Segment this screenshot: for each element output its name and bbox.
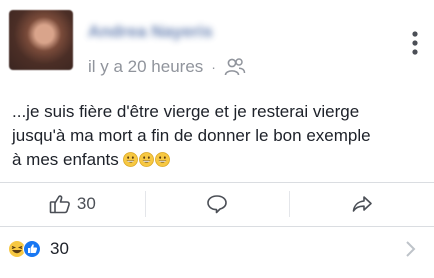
like-button[interactable]: 30 xyxy=(0,183,145,225)
action-bar: 30 xyxy=(0,183,434,225)
share-icon xyxy=(352,196,372,212)
grinning-face-emojis xyxy=(122,152,170,167)
reaction-count: 30 xyxy=(50,239,69,258)
friends-icon[interactable] xyxy=(224,57,246,77)
thumbs-up-icon xyxy=(49,195,70,214)
divider xyxy=(0,226,434,227)
post-text-line: ...je suis fière d'être vierge et je res… xyxy=(12,102,360,121)
grinning-face-icon xyxy=(154,152,170,167)
chevron-right-icon[interactable] xyxy=(404,240,416,258)
post-timestamp[interactable]: il y a 20 heures xyxy=(88,57,203,77)
post-text-line-content: à mes enfants xyxy=(12,150,119,169)
post-card: Andrea Nayeris il y a 20 heures · ...je … xyxy=(0,0,434,278)
post-text-line: jusqu'à ma mort a fin de donner le bon e… xyxy=(12,126,371,145)
grinning-face-icon xyxy=(122,152,138,167)
post-meta: il y a 20 heures · xyxy=(88,55,246,79)
meta-separator: · xyxy=(211,59,216,75)
comment-button[interactable] xyxy=(144,183,290,225)
author-name[interactable]: Andrea Nayeris xyxy=(88,22,236,42)
like-icon xyxy=(23,240,41,258)
more-options-icon[interactable] xyxy=(410,30,420,56)
reaction-icons xyxy=(8,239,44,259)
comment-icon xyxy=(207,195,227,214)
reactions-summary[interactable]: 30 xyxy=(8,236,69,262)
grinning-face-icon xyxy=(138,152,154,167)
like-count: 30 xyxy=(76,194,96,213)
post-text-line: à mes enfants xyxy=(12,148,422,172)
share-button[interactable] xyxy=(289,183,434,225)
post-text: ...je suis fière d'être vierge et je res… xyxy=(12,100,422,172)
author-avatar[interactable] xyxy=(9,10,73,70)
